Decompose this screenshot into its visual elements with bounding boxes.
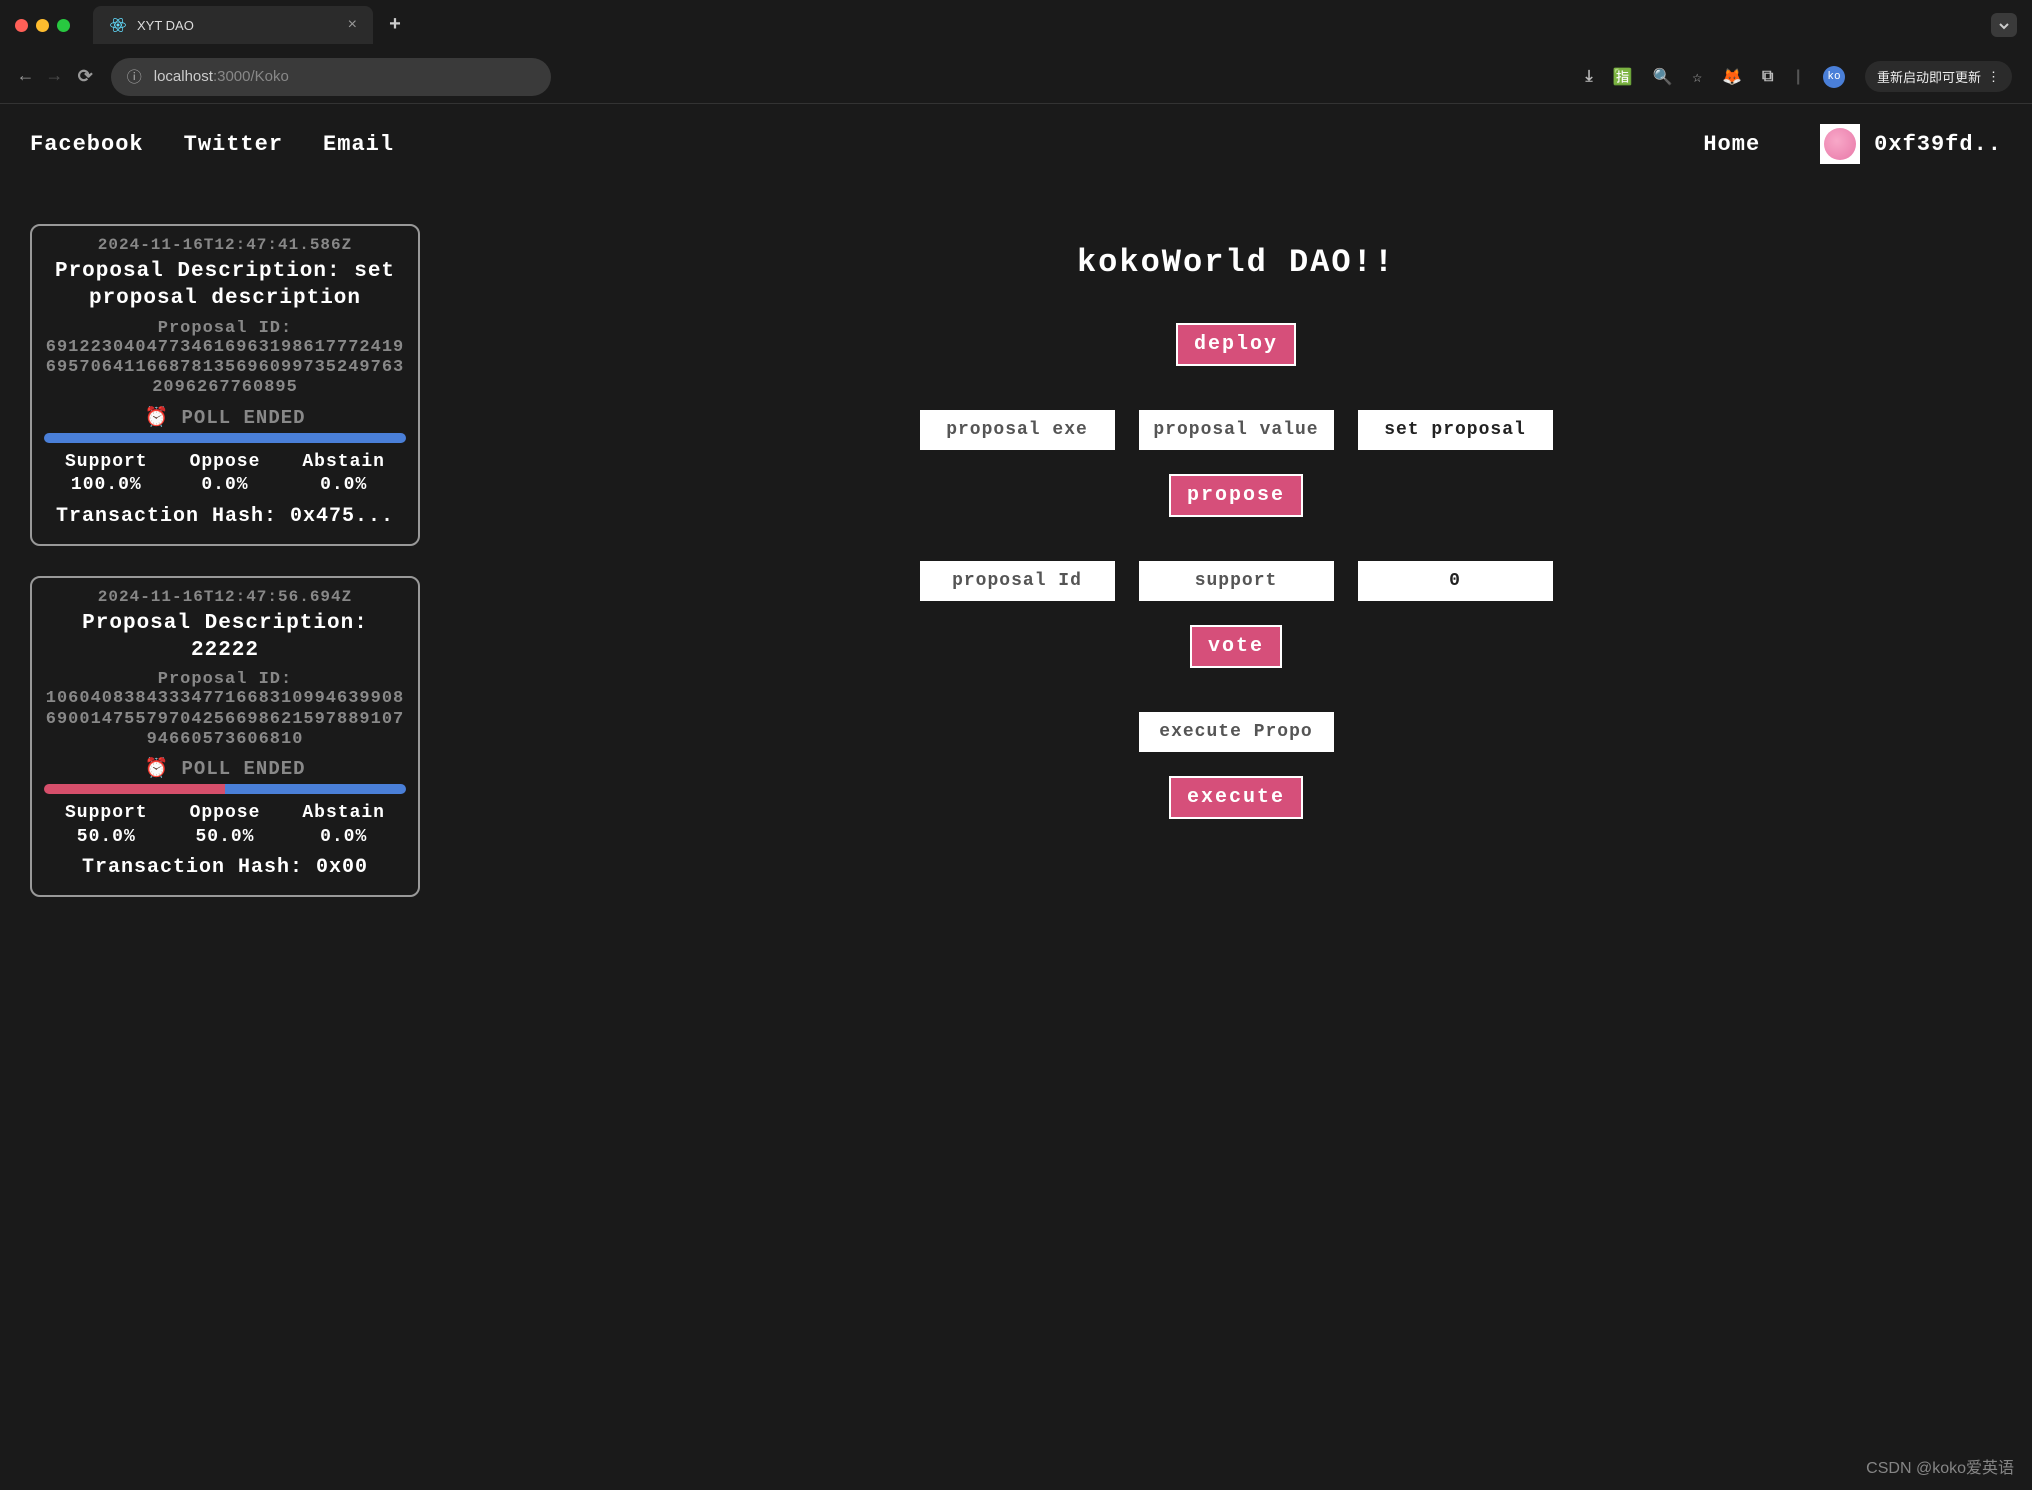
wallet-group[interactable]: 0xf39fd.. bbox=[1820, 124, 2002, 164]
poll-status: ⏰ POLL ENDED bbox=[44, 756, 406, 780]
vote-amount-input[interactable] bbox=[1358, 561, 1553, 601]
nav-email[interactable]: Email bbox=[323, 132, 394, 157]
browser-toolbar: ← → ⟳ ⓘ localhost:3000/Koko ⤓ 🈯 🔍 ☆ 🦊 ⧉ … bbox=[0, 50, 2032, 104]
poll-status: ⏰ POLL ENDED bbox=[44, 405, 406, 429]
nav-right: Home 0xf39fd.. bbox=[1703, 124, 2002, 164]
nav-links: Facebook Twitter Email bbox=[30, 132, 394, 157]
vote-stats: Support50.0% Oppose50.0% Abstain0.0% bbox=[44, 802, 406, 849]
execute-proposal-input[interactable] bbox=[1139, 712, 1334, 752]
execute-inputs bbox=[1139, 712, 1334, 752]
execute-button[interactable]: execute bbox=[1169, 776, 1303, 819]
tab-title: XYT DAO bbox=[137, 18, 194, 33]
nav-twitter[interactable]: Twitter bbox=[184, 132, 283, 157]
bookmark-icon[interactable]: ☆ bbox=[1692, 67, 1702, 87]
watermark: CSDN @koko爱英语 bbox=[1866, 1454, 2014, 1478]
info-icon[interactable]: ⓘ bbox=[127, 66, 142, 87]
proposal-description: Proposal Description: set proposal descr… bbox=[44, 258, 406, 313]
proposal-id-label: Proposal ID: bbox=[44, 670, 406, 689]
app-root: Facebook Twitter Email Home 0xf39fd.. 20… bbox=[0, 104, 2032, 1490]
vote-button[interactable]: vote bbox=[1190, 625, 1282, 668]
proposal-id-value: 1060408384333477166831099463990869001475… bbox=[44, 689, 406, 750]
support-input[interactable] bbox=[1139, 561, 1334, 601]
new-tab-button[interactable]: + bbox=[381, 14, 409, 37]
restart-update-button[interactable]: 重新启动即可更新 ⋮ bbox=[1865, 61, 2012, 92]
browser-tab-bar: XYT DAO × + bbox=[0, 0, 2032, 50]
proposal-value-input[interactable] bbox=[1139, 410, 1334, 450]
proposal-id-label: Proposal ID: bbox=[44, 319, 406, 338]
propose-button[interactable]: propose bbox=[1169, 474, 1303, 517]
close-window-button[interactable] bbox=[15, 19, 28, 32]
profile-badge[interactable]: ko bbox=[1823, 66, 1845, 88]
vote-bar bbox=[44, 433, 406, 443]
metamask-icon[interactable]: 🦊 bbox=[1722, 67, 1742, 87]
proposal-exe-input[interactable] bbox=[920, 410, 1115, 450]
proposal-desc-input[interactable] bbox=[1358, 410, 1553, 450]
back-button[interactable]: ← bbox=[20, 67, 31, 87]
zoom-icon[interactable]: 🔍 bbox=[1652, 67, 1672, 87]
tx-hash: Transaction Hash: 0x475... bbox=[44, 504, 406, 530]
separator: | bbox=[1793, 68, 1803, 86]
maximize-window-button[interactable] bbox=[57, 19, 70, 32]
kirby-icon bbox=[1824, 128, 1856, 160]
reload-button[interactable]: ⟳ bbox=[78, 66, 93, 88]
browser-tab[interactable]: XYT DAO × bbox=[93, 6, 373, 44]
url-text: localhost:3000/Koko bbox=[154, 68, 289, 85]
deploy-button[interactable]: deploy bbox=[1176, 323, 1296, 366]
proposal-timestamp: 2024-11-16T12:47:56.694Z bbox=[44, 588, 406, 606]
app-header: Facebook Twitter Email Home 0xf39fd.. bbox=[30, 124, 2002, 164]
expand-window-icon[interactable] bbox=[1991, 13, 2017, 37]
window-controls bbox=[15, 19, 70, 32]
proposal-card: 2024-11-16T12:47:56.694Z Proposal Descri… bbox=[30, 576, 420, 898]
vote-bar bbox=[44, 784, 406, 794]
react-icon bbox=[109, 16, 127, 34]
wallet-address: 0xf39fd.. bbox=[1874, 132, 2002, 157]
toolbar-icons: ⤓ 🈯 🔍 ☆ 🦊 ⧉ | ko 重新启动即可更新 ⋮ bbox=[1585, 61, 2012, 92]
main-content: kokoWorld DAO!! deploy propose vote exec… bbox=[470, 224, 2002, 897]
translate-icon[interactable]: 🈯 bbox=[1613, 67, 1633, 87]
tx-hash: Transaction Hash: 0x00 bbox=[44, 855, 406, 881]
avatar bbox=[1820, 124, 1860, 164]
proposals-sidebar: 2024-11-16T12:47:41.586Z Proposal Descri… bbox=[30, 224, 420, 897]
menu-dots-icon[interactable]: ⋮ bbox=[1987, 69, 2000, 85]
forward-button[interactable]: → bbox=[49, 67, 60, 87]
propose-inputs bbox=[920, 410, 1553, 450]
minimize-window-button[interactable] bbox=[36, 19, 49, 32]
proposal-id-value: 6912230404773461696319861777241969570641… bbox=[44, 338, 406, 399]
proposal-description: Proposal Description: 22222 bbox=[44, 610, 406, 665]
extensions-icon[interactable]: ⧉ bbox=[1762, 68, 1773, 86]
vote-stats: Support100.0% Oppose0.0% Abstain0.0% bbox=[44, 451, 406, 498]
address-bar[interactable]: ⓘ localhost:3000/Koko bbox=[111, 58, 551, 96]
nav-home[interactable]: Home bbox=[1703, 132, 1760, 157]
nav-facebook[interactable]: Facebook bbox=[30, 132, 144, 157]
install-icon[interactable]: ⤓ bbox=[1585, 68, 1592, 86]
proposal-timestamp: 2024-11-16T12:47:41.586Z bbox=[44, 236, 406, 254]
vote-inputs bbox=[920, 561, 1553, 601]
proposal-card: 2024-11-16T12:47:41.586Z Proposal Descri… bbox=[30, 224, 420, 546]
proposal-id-input[interactable] bbox=[920, 561, 1115, 601]
close-tab-icon[interactable]: × bbox=[348, 16, 357, 34]
page-title: kokoWorld DAO!! bbox=[1077, 244, 1395, 281]
